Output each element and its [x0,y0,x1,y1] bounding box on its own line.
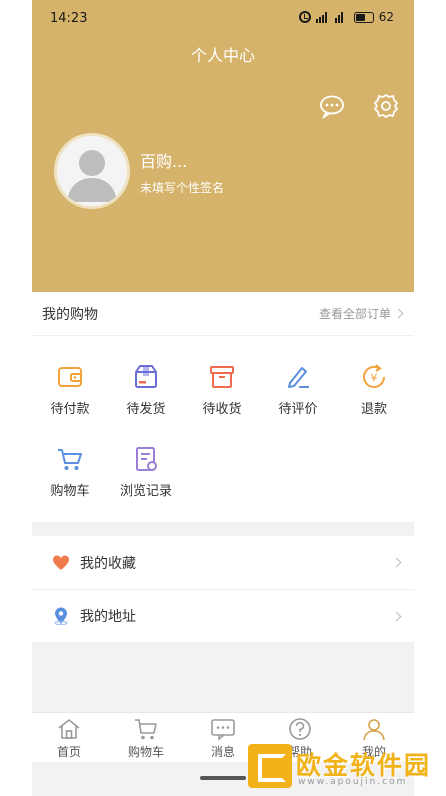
help-icon [289,718,311,740]
chevron-right-icon [391,557,402,568]
chevron-right-icon [393,308,404,319]
order-pending-review[interactable]: 待评价 [260,362,336,417]
message-icon[interactable] [318,92,346,120]
settings-list: 我的收藏 我的地址 [32,536,414,642]
list-item-address[interactable]: 我的地址 [32,589,414,642]
alarm-icon [298,11,311,23]
chevron-right-icon [391,611,402,621]
orders-title: 我的购物 [42,306,98,323]
message-icon [211,719,235,741]
tab-label: 首页 [56,745,81,759]
package-icon [210,366,234,388]
watermark-url: www.apoujin.com [298,777,408,787]
cart-icon [135,719,157,740]
location-icon [54,607,68,625]
status-time: 14:23 [50,11,88,26]
user-icon [363,719,385,741]
wallet-icon [58,367,82,387]
home-indicator [200,776,246,780]
status-icons: 62 [298,10,394,24]
order-label: 待收货 [202,402,242,417]
shortcut-cart[interactable]: 购物车 [32,444,108,499]
order-pending-receipt[interactable]: 待收货 [184,362,260,417]
history-icon [136,447,157,471]
order-label: 退款 [360,402,387,417]
order-pending-shipment[interactable]: 待发货 [108,362,184,417]
list-item-label: 我的地址 [80,609,136,625]
orders-header: 我的购物 查看全部订单 [32,292,414,336]
signal-icon [315,11,330,23]
heart-icon [53,555,69,570]
watermark-logo-icon [248,744,292,788]
order-label: 浏览记录 [119,484,172,499]
username[interactable]: 百购... [140,148,187,172]
status-bar: 14:23 62 [32,0,414,36]
svg-text:¥: ¥ [371,372,378,385]
default-avatar-icon [67,150,117,202]
battery-icon [353,11,374,23]
tab-label: 购物车 [127,745,164,759]
settings-gear-icon[interactable] [372,92,400,120]
page-title: 个人中心 [190,46,255,65]
list-item-label: 我的收藏 [80,555,136,572]
view-all-label: 查看全部订单 [318,307,391,321]
view-all-orders-link[interactable]: 查看全部订单 [318,305,404,322]
box-icon [135,365,157,388]
tab-messages[interactable]: 消息 [190,717,256,760]
tab-home[interactable]: 首页 [36,717,102,760]
battery-level: 62 [378,10,394,24]
tab-cart[interactable]: 购物车 [113,717,179,760]
watermark: 欧金软件园 www.apoujin.com [248,744,442,792]
pen-icon [288,367,309,388]
my-orders-section: 我的购物 查看全部订单 待付款 待发货 待收货 待评价 ¥ 退款 购物车 浏览记… [32,292,414,522]
list-item-favorites[interactable]: 我的收藏 [32,536,414,589]
order-label: 购物车 [50,484,90,499]
home-icon [58,719,80,739]
signal-hd-icon [334,11,349,23]
tab-label: 消息 [210,745,235,759]
order-pending-payment[interactable]: 待付款 [32,362,108,417]
refund-icon: ¥ [363,364,385,388]
cart-icon [58,449,82,470]
order-label: 待付款 [50,402,90,417]
profile-header: 14:23 62 个人中心 百购... 未填写个性签名 [32,0,414,292]
avatar[interactable] [54,133,130,209]
phone-screen: 14:23 62 个人中心 百购... 未填写个性签名 我的购物 查看全部订单 … [32,0,414,796]
order-label: 待评价 [278,402,318,417]
order-refund[interactable]: ¥ 退款 [336,362,412,417]
shortcut-history[interactable]: 浏览记录 [108,444,184,499]
signature[interactable]: 未填写个性签名 [140,179,224,196]
order-label: 待发货 [126,402,166,417]
